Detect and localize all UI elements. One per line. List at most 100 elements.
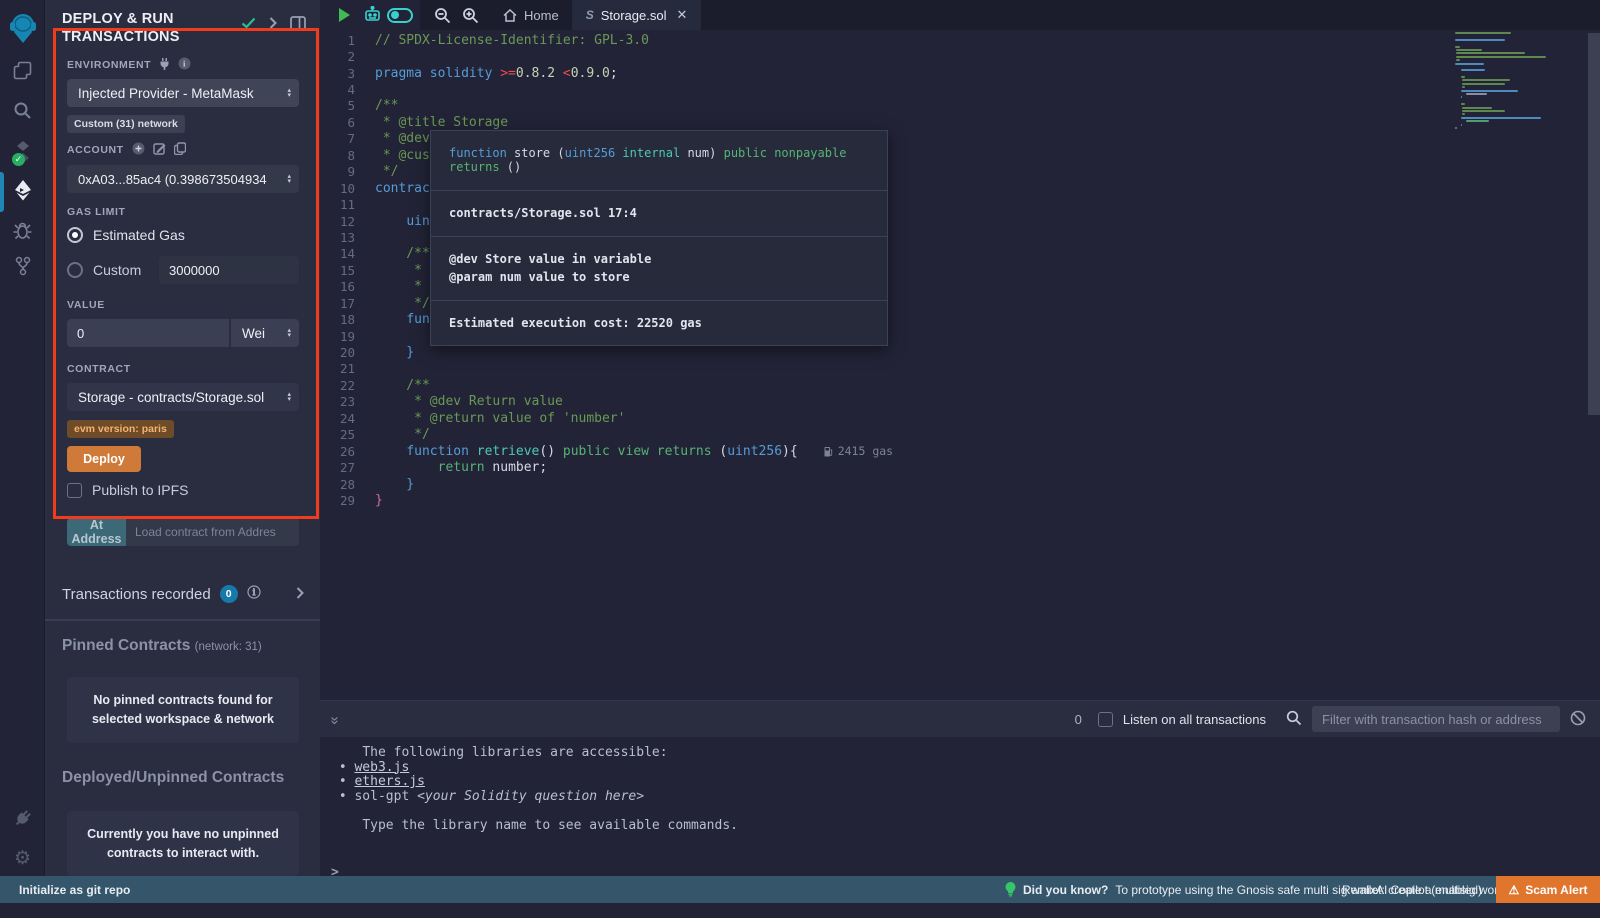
- transactions-expand-icon[interactable]: [296, 586, 304, 603]
- file-explorer-icon[interactable]: [0, 52, 45, 88]
- pinned-network-suffix: (network: 31): [195, 641, 262, 653]
- code-line[interactable]: 3pragma solidity >=0.8.2 <0.9.0;: [320, 65, 893, 81]
- copilot-toggle[interactable]: [386, 0, 414, 30]
- code-line[interactable]: 21: [320, 361, 893, 377]
- value-unit-select[interactable]: Wei ▴▾: [229, 319, 299, 347]
- line-number: 10: [320, 181, 375, 196]
- gas-pump-icon: [824, 446, 833, 457]
- code-line[interactable]: 26 function retrieve() public view retur…: [320, 443, 893, 459]
- code-line[interactable]: 1// SPDX-License-Identifier: GPL-3.0: [320, 32, 893, 48]
- code-hover-tooltip: function store (uint256 internal num) pu…: [430, 130, 888, 346]
- unpinned-contracts-title: Deployed/Unpinned Contracts: [45, 743, 320, 787]
- svg-text:i: i: [252, 587, 255, 597]
- code-line[interactable]: 27 return number;: [320, 459, 893, 475]
- custom-gas-radio[interactable]: [67, 262, 83, 278]
- deploy-button[interactable]: Deploy: [67, 446, 141, 472]
- info-icon[interactable]: i: [178, 57, 191, 73]
- tab-storage-sol[interactable]: S Storage.sol ✕: [573, 0, 702, 30]
- listen-all-transactions-checkbox[interactable]: [1098, 712, 1113, 727]
- terminal-line: • ethers.js: [331, 775, 1600, 790]
- tooltip-signature: function store (uint256 internal num) pu…: [431, 131, 887, 191]
- code-text: * @return value of 'number': [375, 411, 625, 426]
- settings-gear-icon[interactable]: ⚙: [0, 840, 45, 876]
- code-line[interactable]: 5/**: [320, 98, 893, 114]
- terminal-link[interactable]: web3.js: [354, 760, 409, 775]
- copilot-status[interactable]: RemixAI Copilot (enabled): [1342, 883, 1482, 897]
- code-line[interactable]: 28 }: [320, 476, 893, 492]
- code-line[interactable]: 4: [320, 81, 893, 97]
- minimap[interactable]: [1455, 32, 1558, 130]
- code-text: /**: [375, 98, 398, 113]
- code-line[interactable]: 20 }: [320, 344, 893, 360]
- tab-home[interactable]: Home: [490, 0, 573, 30]
- network-badge: Custom (31) network: [67, 115, 185, 133]
- zoom-in-icon[interactable]: [456, 0, 484, 30]
- pin-panel-icon[interactable]: [290, 16, 306, 33]
- collapse-terminal-icon[interactable]: »: [327, 716, 344, 722]
- select-caret-icon: ▴▾: [283, 328, 291, 338]
- tooltip-gas-cost: Estimated execution cost: 22520 gas: [431, 301, 887, 346]
- line-number: 8: [320, 148, 375, 163]
- value-input[interactable]: 0: [67, 319, 229, 347]
- solidity-compiler-icon[interactable]: ✓: [0, 134, 45, 170]
- panel-title: DEPLOY & RUN TRANSACTIONS: [62, 10, 222, 46]
- line-number: 26: [320, 444, 375, 459]
- contract-select[interactable]: Storage - contracts/Storage.sol ▴▾: [67, 383, 299, 411]
- pinned-empty-message: No pinned contracts found for selected w…: [67, 677, 299, 743]
- remix-logo-icon[interactable]: [0, 6, 45, 50]
- ai-copilot-icon[interactable]: [358, 0, 386, 30]
- search-icon[interactable]: [0, 92, 45, 128]
- code-text: */: [375, 296, 430, 311]
- terminal-filter-input[interactable]: [1312, 706, 1560, 732]
- code-line[interactable]: 29}: [320, 492, 893, 508]
- compile-success-badge: ✓: [12, 153, 25, 166]
- line-number: 17: [320, 296, 375, 311]
- line-number: 2: [320, 49, 375, 64]
- environment-select[interactable]: Injected Provider - MetaMask ▴▾: [67, 79, 299, 107]
- home-icon: [503, 9, 517, 22]
- scam-alert-button[interactable]: ⚠ Scam Alert: [1496, 876, 1600, 903]
- listen-all-transactions-label: Listen on all transactions: [1123, 712, 1266, 727]
- close-tab-icon[interactable]: ✕: [676, 7, 687, 23]
- zoom-out-icon[interactable]: [428, 0, 456, 30]
- line-number: 15: [320, 263, 375, 278]
- estimated-gas-radio[interactable]: Estimated Gas: [67, 227, 299, 243]
- git-icon[interactable]: [0, 248, 45, 284]
- transactions-info-icon[interactable]: i: [247, 585, 261, 603]
- plugin-manager-icon[interactable]: [0, 800, 45, 836]
- debugger-icon[interactable]: [0, 212, 45, 248]
- chevron-right-icon[interactable]: [269, 17, 277, 32]
- deploy-run-icon[interactable]: [0, 172, 45, 208]
- add-account-icon[interactable]: [132, 142, 145, 158]
- code-line[interactable]: 6 * @title Storage: [320, 114, 893, 130]
- code-text: }: [375, 493, 383, 508]
- code-line[interactable]: 2: [320, 48, 893, 64]
- svg-text:i: i: [183, 59, 186, 69]
- status-bar: Initialize as git repo Did you know? To …: [0, 876, 1600, 903]
- sign-message-icon[interactable]: [153, 142, 166, 158]
- code-text: /**: [375, 246, 430, 261]
- terminal-search-icon: [1286, 710, 1302, 729]
- run-script-button[interactable]: [330, 0, 358, 30]
- publish-ipfs-checkbox[interactable]: [67, 483, 82, 498]
- at-address-button[interactable]: At Address: [67, 518, 126, 546]
- code-line[interactable]: 23 * @dev Return value: [320, 394, 893, 410]
- code-line[interactable]: 25 */: [320, 427, 893, 443]
- code-line[interactable]: 24 * @return value of 'number': [320, 410, 893, 426]
- terminal-line: Type the library name to see available c…: [331, 819, 1600, 834]
- value-label: VALUE: [67, 299, 105, 311]
- code-text: /**: [375, 378, 430, 393]
- terminal-line: • web3.js: [331, 761, 1600, 776]
- at-address-input[interactable]: [126, 518, 299, 546]
- git-init-status[interactable]: Initialize as git repo: [0, 883, 130, 897]
- custom-gas-label: Custom: [93, 262, 149, 278]
- editor-scrollbar[interactable]: [1588, 33, 1600, 415]
- line-number: 16: [320, 279, 375, 294]
- code-text: * @dev Return value: [375, 394, 563, 409]
- code-line[interactable]: 22 /**: [320, 377, 893, 393]
- account-select[interactable]: 0xA03...85ac4 (0.398673504934 ▴▾: [67, 165, 299, 193]
- copy-account-icon[interactable]: [174, 142, 186, 158]
- clear-terminal-icon[interactable]: [1570, 710, 1586, 729]
- custom-gas-input[interactable]: 3000000: [159, 256, 299, 284]
- terminal-link[interactable]: ethers.js: [354, 774, 424, 789]
